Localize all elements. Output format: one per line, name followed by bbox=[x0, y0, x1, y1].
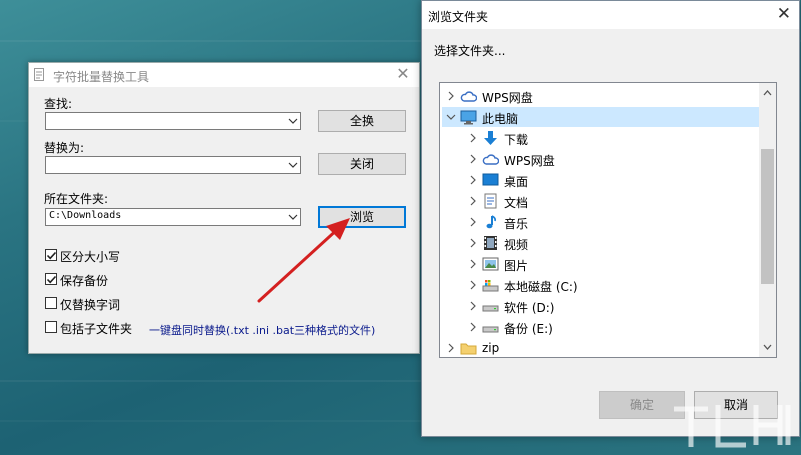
tree-node-label: 视频 bbox=[504, 238, 529, 252]
tree-node-label: 下载 bbox=[504, 133, 529, 147]
chevron-right-icon[interactable] bbox=[468, 175, 478, 185]
find-combobox[interactable] bbox=[45, 112, 301, 130]
option-checkbox[interactable] bbox=[45, 273, 57, 285]
video-icon bbox=[484, 236, 497, 250]
chevron-right-icon[interactable] bbox=[468, 259, 478, 269]
drive-icon bbox=[482, 326, 499, 333]
tree-node[interactable]: 下载 bbox=[442, 128, 760, 148]
option-label[interactable]: 区分大小写 bbox=[60, 248, 120, 265]
option-checkbox[interactable] bbox=[45, 297, 57, 309]
tree-node[interactable]: 图片 bbox=[442, 254, 760, 274]
option-label[interactable]: 包括子文件夹 bbox=[60, 320, 132, 337]
tree-node-label: 图片 bbox=[504, 259, 529, 273]
tool-window-title: 字符批量替换工具 bbox=[53, 70, 150, 84]
chevron-right-icon[interactable] bbox=[468, 217, 478, 227]
chevron-right-icon[interactable] bbox=[446, 343, 456, 353]
tree-node[interactable]: 文档 bbox=[442, 191, 760, 211]
annotation-arrow bbox=[257, 218, 350, 303]
close-icon[interactable]: ✕ bbox=[777, 4, 791, 24]
chevron-right-icon[interactable] bbox=[468, 238, 478, 248]
folder-icon bbox=[460, 343, 477, 355]
tree-node[interactable]: 桌面 bbox=[442, 170, 760, 190]
tree-node-label: 此电脑 bbox=[482, 112, 519, 126]
watermark-logo bbox=[674, 405, 791, 448]
close-button[interactable]: 关闭 bbox=[318, 153, 406, 175]
tree-node[interactable]: zip bbox=[442, 338, 760, 357]
computer-icon bbox=[460, 110, 477, 125]
tree-node-label: zip bbox=[482, 341, 500, 355]
replace-tool-window: 字符批量替换工具 ✕ 查找: 全换 替换为: 关闭 所在文件夹: C:\Down… bbox=[28, 62, 420, 354]
tree-node[interactable]: 备份 (E:) bbox=[442, 317, 760, 337]
tree-node[interactable]: 音乐 bbox=[442, 212, 760, 232]
tree-node[interactable]: WPS网盘 bbox=[442, 149, 760, 169]
chevron-down-icon[interactable] bbox=[288, 160, 298, 170]
tree-node[interactable]: 软件 (D:) bbox=[442, 296, 760, 316]
close-icon[interactable]: ✕ bbox=[393, 64, 413, 84]
cloud-icon bbox=[482, 154, 499, 165]
tree-node-label: 备份 (E:) bbox=[504, 322, 553, 336]
tree-node-label: 桌面 bbox=[504, 175, 529, 189]
replace-all-button[interactable]: 全换 bbox=[318, 110, 406, 132]
scrollbar-thumb[interactable] bbox=[761, 149, 774, 284]
tool-title-bar[interactable]: 字符批量替换工具 ✕ bbox=[29, 63, 419, 87]
music-icon bbox=[486, 215, 496, 229]
chevron-right-icon[interactable] bbox=[468, 133, 478, 143]
tree-node[interactable]: WPS网盘 bbox=[442, 86, 760, 106]
tree-node-label: WPS网盘 bbox=[504, 154, 555, 168]
picture-icon bbox=[482, 257, 499, 271]
folder-path-value: C:\Downloads bbox=[49, 210, 122, 221]
tree-node-label: 软件 (D:) bbox=[504, 301, 555, 315]
desktop-icon bbox=[482, 173, 499, 186]
chevron-right-icon[interactable] bbox=[468, 280, 478, 290]
drive-icon bbox=[482, 305, 499, 312]
chevron-right-icon[interactable] bbox=[468, 154, 478, 164]
option-checkbox[interactable] bbox=[45, 249, 57, 261]
chevron-right-icon[interactable] bbox=[468, 322, 478, 332]
chevron-right-icon[interactable] bbox=[468, 301, 478, 311]
chevron-down-icon[interactable] bbox=[446, 112, 456, 122]
tree-node-label: 音乐 bbox=[504, 217, 529, 231]
cloud-icon bbox=[460, 91, 477, 102]
format-note: 一键盘同时替换(.txt .ini .bat三种格式的文件) bbox=[149, 324, 376, 337]
app-icon bbox=[34, 68, 44, 81]
option-label[interactable]: 仅替换字词 bbox=[60, 296, 120, 313]
chevron-right-icon[interactable] bbox=[446, 91, 456, 101]
replace-label: 替换为: bbox=[44, 141, 85, 155]
tree-node[interactable]: 本地磁盘 (C:) bbox=[442, 275, 760, 295]
chevron-right-icon[interactable] bbox=[468, 196, 478, 206]
checkmark-icon bbox=[46, 251, 57, 260]
find-label: 查找: bbox=[44, 97, 73, 111]
tree-node[interactable]: 此电脑 bbox=[442, 107, 760, 127]
dialog-prompt: 选择文件夹... bbox=[434, 44, 506, 58]
scroll-up-icon[interactable] bbox=[763, 89, 772, 98]
option-label[interactable]: 保存备份 bbox=[60, 272, 108, 289]
folder-tree[interactable]: WPS网盘 此电脑 下载 WPS网盘 桌面 文档 音乐 视频 图片 本地磁盘 (C:) 软件 (D:… bbox=[439, 82, 777, 358]
option-checkbox[interactable] bbox=[45, 321, 57, 333]
tree-node[interactable]: 视频 bbox=[442, 233, 760, 253]
chevron-down-icon[interactable] bbox=[288, 116, 298, 126]
tree-node-label: 本地磁盘 (C:) bbox=[504, 280, 578, 294]
browse-folder-dialog: 浏览文件夹 ✕ 选择文件夹... WPS网盘 此电脑 下载 WPS网盘 桌面 文档 音乐 视频… bbox=[421, 0, 800, 437]
checkmark-icon bbox=[46, 275, 57, 284]
folder-label: 所在文件夹: bbox=[44, 192, 109, 206]
tree-node-label: WPS网盘 bbox=[482, 91, 533, 105]
scroll-down-icon[interactable] bbox=[763, 342, 772, 351]
document-icon bbox=[484, 193, 497, 209]
system-drive-icon bbox=[482, 280, 499, 292]
tree-scrollbar[interactable] bbox=[759, 83, 776, 357]
tree-node-label: 文档 bbox=[504, 196, 529, 210]
replace-combobox[interactable] bbox=[45, 156, 301, 174]
dialog-title-bar[interactable]: 浏览文件夹 ✕ bbox=[422, 1, 799, 29]
dialog-title: 浏览文件夹 bbox=[428, 10, 489, 24]
download-icon bbox=[484, 131, 497, 145]
